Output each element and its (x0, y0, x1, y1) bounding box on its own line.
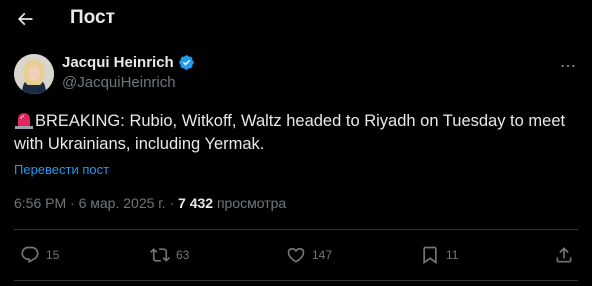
views-label: просмотра (216, 195, 287, 211)
translate-link[interactable]: Перевести пост (14, 162, 109, 177)
tweet-text-line1: BREAKING: Rubio, Witkoff, Waltz headed t… (35, 112, 566, 130)
reply-button[interactable]: 15 (20, 240, 59, 270)
author-handle[interactable]: @JacquiHeinrich (62, 74, 195, 91)
back-button[interactable] (12, 6, 38, 32)
reply-icon (21, 246, 39, 264)
tweet-date[interactable]: 6 мар. 2025 г. (79, 195, 166, 211)
share-button[interactable] (554, 240, 574, 270)
repost-icon (150, 248, 170, 262)
like-count: 147 (312, 248, 333, 262)
like-button[interactable]: 147 (286, 240, 332, 270)
tweet-text: BREAKING: Rubio, Witkoff, Waltz headed t… (14, 110, 580, 156)
avatar[interactable] (14, 54, 54, 94)
tweet-author: Jacqui Heinrich @JacquiHeinrich (14, 52, 578, 100)
repost-button[interactable]: 63 (150, 240, 189, 270)
author-name[interactable]: Jacqui Heinrich (62, 54, 174, 71)
tweet-text-line2: with Ukrainians, including Yermak. (14, 135, 265, 153)
repost-count: 63 (176, 248, 190, 262)
siren-emoji-icon (15, 113, 33, 129)
share-icon (556, 247, 572, 263)
more-horizontal-icon (561, 64, 575, 68)
reply-count: 15 (46, 248, 60, 262)
tweet-time[interactable]: 6:56 PM (14, 195, 66, 211)
action-bar: 15 63 147 11 (14, 240, 578, 270)
heart-icon (287, 247, 305, 263)
divider-top (14, 229, 578, 230)
verified-badge-icon (178, 55, 194, 70)
meta-separator-2: · (169, 195, 175, 211)
top-bar: Пост (0, 0, 592, 38)
bookmark-count: 11 (446, 248, 459, 262)
meta-separator: · (70, 195, 75, 211)
author-names: Jacqui Heinrich @JacquiHeinrich (62, 54, 195, 91)
arrow-left-icon (17, 12, 33, 26)
page-title: Пост (70, 7, 115, 28)
views-count: 7 432 (178, 195, 214, 211)
tweet-meta: 6:56 PM · 6 мар. 2025 г. · 7 432 просмот… (14, 195, 286, 211)
bookmark-icon (423, 246, 437, 265)
bookmark-button[interactable]: 11 (420, 240, 458, 270)
divider-bottom (14, 280, 578, 281)
more-button[interactable] (558, 56, 578, 76)
